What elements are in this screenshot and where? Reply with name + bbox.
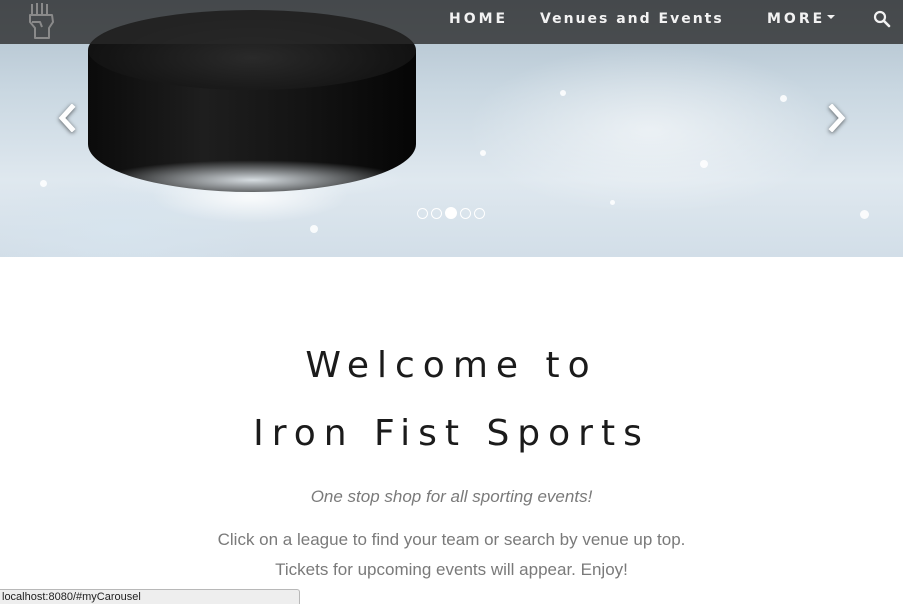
carousel-prev-button[interactable] xyxy=(50,100,84,136)
carousel-indicators xyxy=(417,207,485,219)
carousel-next-button[interactable] xyxy=(820,100,854,136)
carousel-indicator-4[interactable] xyxy=(460,207,471,219)
chevron-left-icon xyxy=(58,104,76,132)
snow-speck xyxy=(310,225,318,233)
welcome-heading-line2: Iron Fist Sports xyxy=(253,413,650,454)
snow-speck xyxy=(860,210,869,219)
snow-speck xyxy=(40,180,47,187)
search-icon xyxy=(873,10,891,28)
nav-home-link[interactable]: HOME xyxy=(449,11,508,27)
search-button[interactable] xyxy=(873,10,891,28)
nav-venues-events-link[interactable]: Venues and Events xyxy=(540,11,724,27)
welcome-section: Welcome to Iron Fist Sports One stop sho… xyxy=(0,257,903,604)
nav-more-dropdown[interactable]: MORE xyxy=(767,11,836,27)
description-text: Click on a league to find your team or s… xyxy=(217,530,686,579)
carousel-indicator-2[interactable] xyxy=(431,207,442,219)
status-bar-url: localhost:8080/#myCarousel xyxy=(0,589,300,604)
chevron-right-icon xyxy=(828,104,846,132)
snow-speck xyxy=(780,95,787,102)
welcome-heading-line1: Welcome to xyxy=(305,345,598,386)
snow-speck xyxy=(480,150,486,156)
carousel-indicator-1[interactable] xyxy=(417,207,428,219)
tagline: One stop shop for all sporting events! xyxy=(310,487,593,506)
raised-fist-icon xyxy=(29,3,54,39)
nav-more-label: MORE xyxy=(767,11,826,27)
carousel-indicator-3[interactable] xyxy=(445,207,457,219)
snow-speck xyxy=(560,90,566,96)
snow-speck xyxy=(610,200,615,205)
snow-speck xyxy=(700,160,708,168)
navbar: HOME Venues and Events MORE xyxy=(0,0,903,44)
carousel-indicator-5[interactable] xyxy=(474,207,485,219)
caret-down-icon xyxy=(827,15,836,19)
brand-logo[interactable] xyxy=(22,0,62,40)
